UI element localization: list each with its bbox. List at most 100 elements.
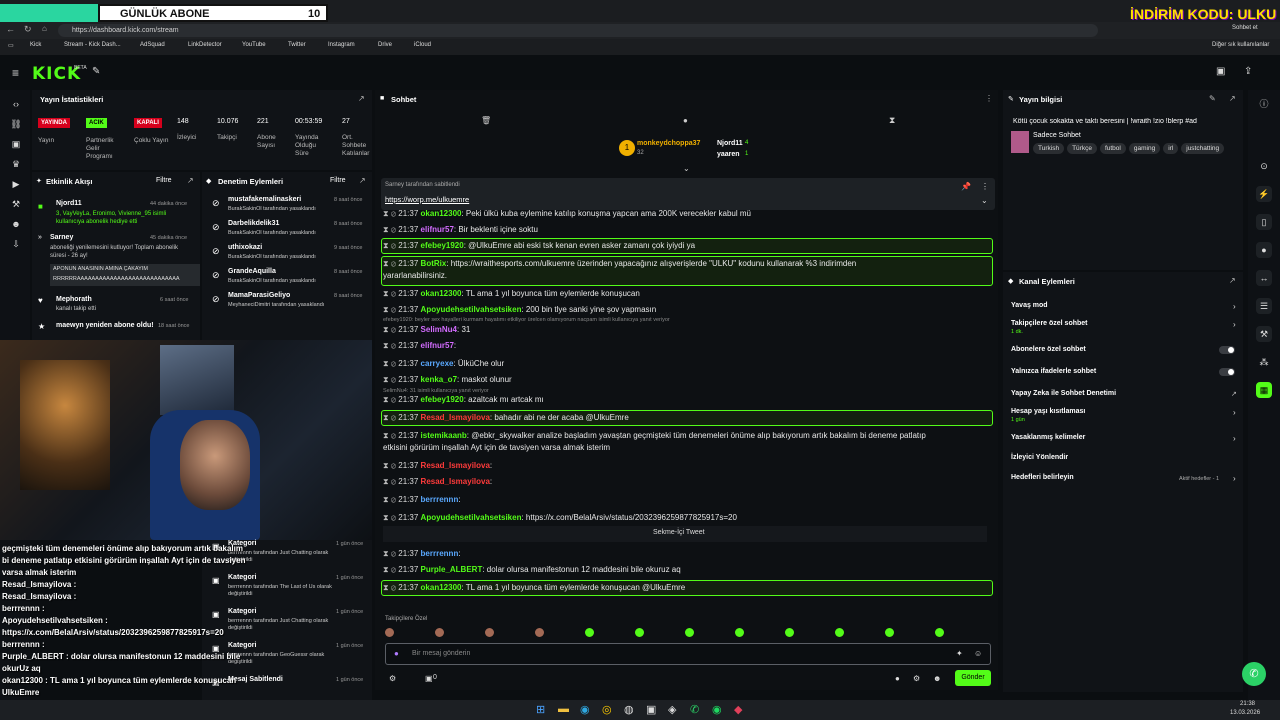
emote-icon[interactable] (385, 628, 394, 637)
bookmark-twitter[interactable]: Twitter (288, 42, 306, 48)
tweet-embed[interactable]: Sekme-İçi Tweet (383, 526, 987, 542)
bookmark-instagram[interactable]: Instagram (328, 42, 355, 48)
pin-icon[interactable]: 📌 (961, 182, 971, 191)
popout-icon[interactable]: ↗ (358, 94, 365, 103)
emote-icon[interactable] (935, 628, 944, 637)
popout-icon[interactable]: ↗ (187, 176, 194, 185)
toggle-switch[interactable] (1219, 368, 1235, 376)
moderated-user[interactable]: GrandeAquilla (228, 268, 276, 275)
hourglass-icon[interactable]: ⧗ ⊘ (383, 477, 398, 486)
app-icon[interactable]: ◆ (734, 703, 742, 716)
url-field[interactable]: https://dashboard.kick.com/stream (58, 24, 1098, 37)
send-button[interactable]: Gönder (955, 670, 991, 686)
channel-action-label[interactable]: İzleyici Yönlendir (1011, 454, 1068, 461)
message-user[interactable]: berrrennn (421, 495, 459, 504)
channel-action-label[interactable]: Yalnızca ifadelerle sohbet (1011, 368, 1096, 375)
nodes-icon[interactable]: ⁂ (1256, 354, 1272, 370)
code-icon[interactable]: ↔ (1256, 270, 1272, 286)
hourglass-icon[interactable]: ⧗ ⊘ (383, 375, 398, 384)
hourglass-icon[interactable]: ⧗ (889, 115, 895, 126)
list-icon[interactable]: ☰ (1256, 298, 1272, 314)
channel-action-label[interactable]: Takipçilere özel sohbet (1011, 320, 1088, 327)
reload-icon[interactable]: ↻ (24, 24, 32, 35)
stream-tag[interactable]: Türkçe (1067, 143, 1097, 154)
hourglass-icon[interactable]: ⧗ ⊘ (383, 461, 398, 470)
start-icon[interactable]: ⊞ (536, 703, 545, 716)
activity-user[interactable]: Mephorath (56, 296, 92, 303)
stream-tag[interactable]: irl (1163, 143, 1179, 154)
more-icon[interactable]: ⋮ (981, 182, 989, 191)
popout-icon[interactable]: ↗ (1229, 94, 1236, 103)
hourglass-icon[interactable]: ⧗ ⊘ (383, 513, 398, 522)
chevron-down-icon[interactable]: ⌄ (981, 196, 988, 205)
capture-icon[interactable]: ⊙ (1256, 158, 1272, 174)
message-user[interactable]: elifnur57 (421, 341, 454, 350)
message-user[interactable]: Resad_Ismayilova (421, 477, 490, 486)
trophy-icon[interactable]: ♛ (8, 156, 24, 172)
bookmark-adsquad[interactable]: AdSquad (140, 42, 165, 48)
spotify-icon[interactable]: ◉ (712, 703, 722, 716)
message-user[interactable]: SelimNu4 (421, 325, 457, 334)
smile-icon[interactable]: ☺ (974, 649, 982, 658)
users-icon[interactable]: ☻ (8, 216, 24, 232)
hourglass-icon[interactable]: ⧗ ⊘ (383, 431, 398, 440)
download-icon[interactable]: ⇩ (8, 236, 24, 252)
chat-icon[interactable]: ● (1256, 242, 1272, 258)
emote-icon[interactable] (535, 628, 544, 637)
emote-icon[interactable] (435, 628, 444, 637)
stream-tag[interactable]: gaming (1128, 143, 1161, 154)
bubble-icon[interactable]: ● (683, 116, 688, 125)
collapse-icon[interactable]: ⌄ (683, 164, 690, 173)
pin-icon[interactable]: ✎ (92, 66, 100, 77)
app-icon[interactable]: ▦ (1256, 382, 1272, 398)
steam-icon[interactable]: ◍ (624, 703, 634, 716)
moderated-user[interactable]: Darbelikdelik31 (228, 220, 279, 227)
popout-icon[interactable]: ↗ (1231, 390, 1237, 398)
message-user[interactable]: berrrennn (421, 549, 459, 558)
back-icon[interactable]: ← (6, 24, 15, 34)
channel-action-label[interactable]: Yavaş mod (1011, 302, 1048, 309)
third-name[interactable]: yaaren (717, 151, 740, 158)
app-icon[interactable]: ▣ (646, 703, 656, 716)
message-user[interactable]: okan12300 (421, 583, 462, 592)
emote-icon[interactable] (485, 628, 494, 637)
bookmarks-icon[interactable]: ▭ (8, 42, 14, 49)
hourglass-icon[interactable]: ⧗ ⊘ (383, 341, 398, 350)
camera-icon[interactable]: ▣ (8, 136, 24, 152)
emote-icon[interactable] (585, 628, 594, 637)
moderation-filter[interactable]: Filtre (330, 177, 346, 184)
hourglass-icon[interactable]: ⧗ ⊘ (383, 549, 398, 558)
activity-user[interactable]: Sarney (50, 234, 73, 241)
chrome-icon[interactable]: ◎ (602, 703, 612, 716)
hourglass-icon[interactable]: ⧗ ⊘ (383, 305, 398, 314)
chevron-right-icon[interactable]: › (1233, 434, 1236, 443)
message-user[interactable]: Purple_ALBERT (421, 565, 483, 574)
video-icon[interactable]: ▶ (8, 176, 24, 192)
settings-icon[interactable]: ⚙ (389, 674, 396, 683)
tab-label[interactable]: Sohbet et (1232, 25, 1258, 31)
second-name[interactable]: Njord11 (717, 140, 743, 147)
hourglass-icon[interactable]: ⧗ ⊘ (383, 583, 398, 592)
window-icon[interactable]: ▣ (1216, 66, 1225, 77)
explorer-icon[interactable]: ▬ (558, 703, 569, 715)
hourglass-icon[interactable]: ⧗ ⊘ (383, 565, 398, 574)
bookmark-youtube[interactable]: YouTube (242, 42, 266, 48)
whatsapp-icon[interactable]: ✆ (1242, 662, 1266, 686)
home-icon[interactable]: ⌂ (42, 24, 47, 33)
bolt-icon[interactable]: ⚡ (1256, 186, 1272, 202)
hourglass-icon[interactable]: ⧗ ⊘ (383, 225, 398, 234)
bookmark-linkdetector[interactable]: LinkDetector (188, 42, 222, 48)
stream-tag[interactable]: futbol (1099, 143, 1126, 154)
hourglass-icon[interactable]: ⧗ ⊘ (383, 325, 398, 334)
more-icon[interactable]: ⋮ (985, 94, 993, 103)
message-user[interactable]: elifnur57 (421, 225, 454, 234)
bookmark-kick[interactable]: Kick (30, 42, 41, 48)
toggle-switch[interactable] (1219, 346, 1235, 354)
activity-user[interactable]: maewyn yeniden abone oldu! (56, 322, 154, 329)
message-user[interactable]: okan12300 (421, 209, 462, 218)
leader-name[interactable]: monkeydchoppa37 (637, 140, 700, 147)
emote-icon[interactable] (635, 628, 644, 637)
message-user[interactable]: Resad_Ismayilova (421, 413, 490, 422)
chevron-right-icon[interactable]: › (1233, 320, 1236, 329)
hourglass-icon[interactable]: ⧗ ⊘ (383, 495, 398, 504)
